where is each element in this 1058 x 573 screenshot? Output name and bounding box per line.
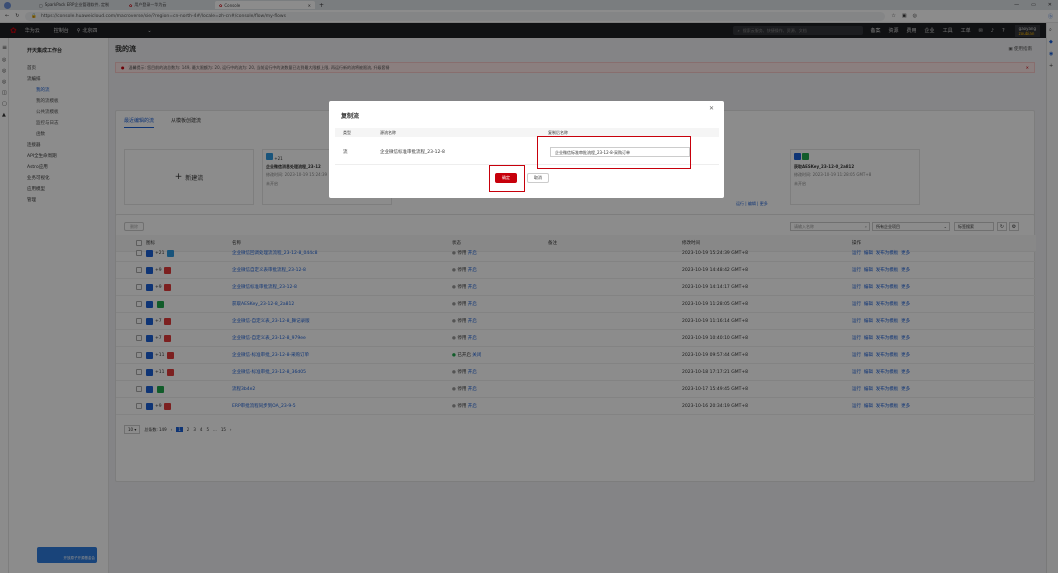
close-icon[interactable]: ✕	[709, 105, 714, 112]
modal-overlay[interactable]	[0, 0, 1058, 573]
highlight-box	[537, 136, 691, 169]
dialog-title: 复制流	[341, 113, 360, 120]
col-source: 源流名称	[380, 129, 396, 135]
source-name: 企业微信标准审批流程_23-12-8	[380, 150, 445, 155]
col-type: 类型	[343, 129, 351, 135]
type-value: 流	[343, 150, 348, 155]
cancel-button[interactable]: 取消	[527, 173, 549, 183]
col-target: 复制后名称	[548, 129, 568, 135]
copy-flow-dialog: 复制流 ✕ 类型 源流名称 复制后名称 流 企业微信标准审批流程_23-12-8…	[329, 101, 724, 198]
confirm-button[interactable]: 确定	[495, 173, 517, 183]
